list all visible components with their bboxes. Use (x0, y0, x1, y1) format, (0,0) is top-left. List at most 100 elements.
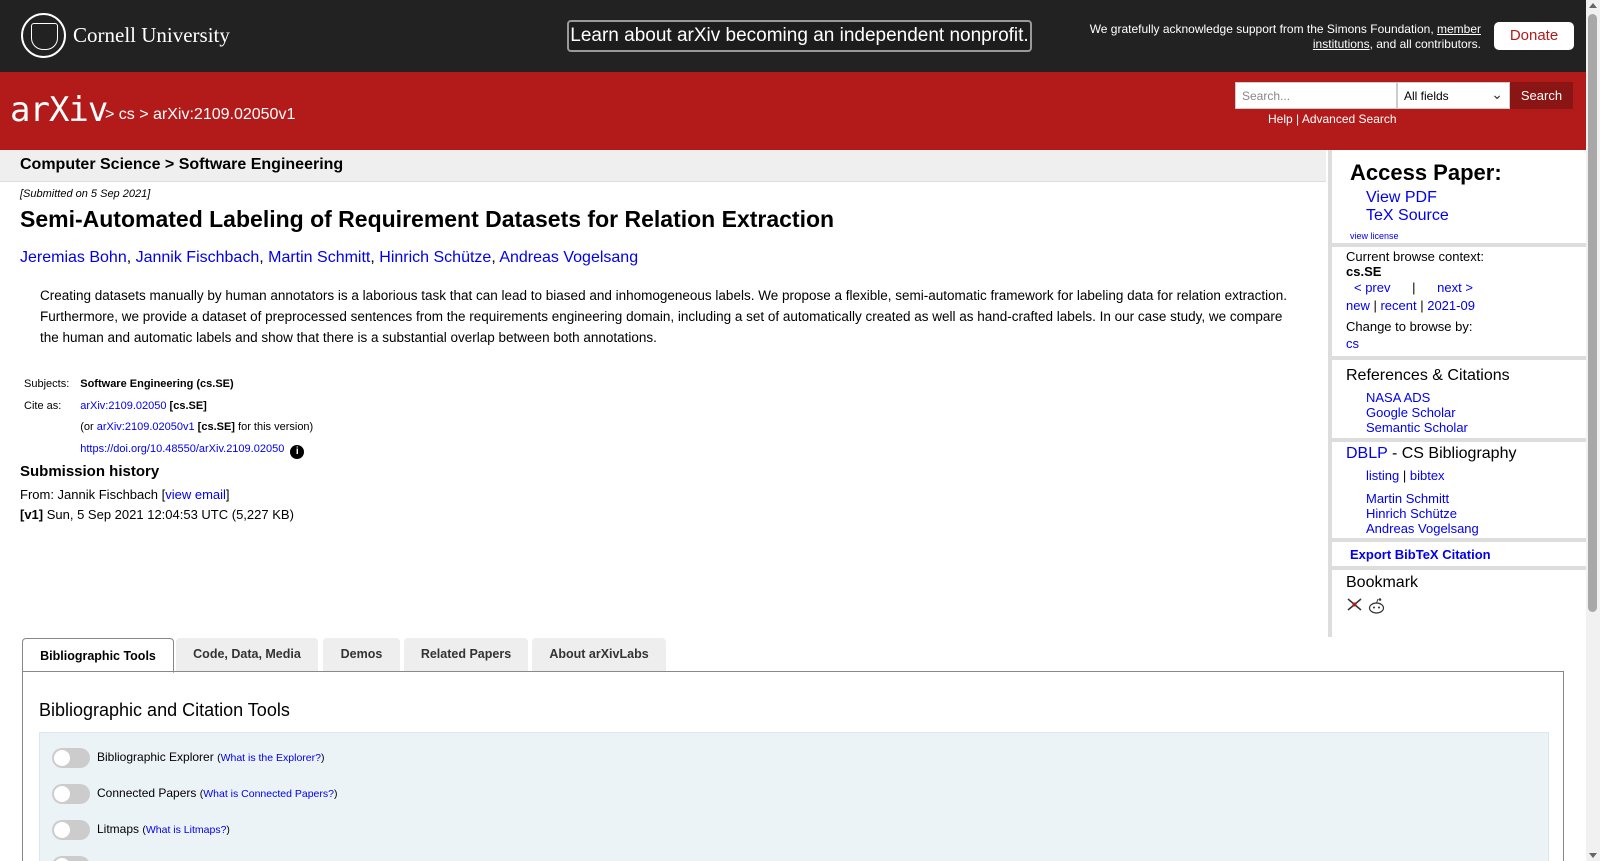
tab-code-data-media[interactable]: Code, Data, Media (176, 638, 318, 672)
subject-header: Computer Science > Software Engineering (0, 150, 1326, 182)
author-list: Jeremias Bohn, Jannik Fischbach, Martin … (20, 249, 639, 266)
connected-papers-toggle[interactable] (52, 784, 90, 804)
tool-label: Litmaps (97, 822, 140, 837)
dblp-author-link[interactable]: Hinrich Schütze (1366, 506, 1457, 521)
tool-label: Bibliographic Explorer (97, 750, 214, 765)
breadcrumb[interactable]: > cs > arXiv:2109.02050v1 (105, 106, 295, 124)
tab-about-arxivlabs[interactable]: About arXivLabs (532, 638, 666, 672)
top-bar: Cornell University Learn about arXiv bec… (0, 0, 1586, 72)
browse-context-label: Current browse context: (1346, 249, 1485, 264)
search-input[interactable]: Search... (1235, 82, 1397, 109)
cite-version-tag: [cs.SE] (197, 421, 235, 433)
dblp-links: listing | bibtex (1366, 468, 1445, 483)
abstract: Creating datasets manually by human anno… (40, 288, 1287, 345)
tab-demos[interactable]: Demos (323, 638, 400, 672)
advanced-search-link[interactable]: Advanced Search (1302, 112, 1397, 126)
cite-id-link[interactable]: arXiv:2109.02050 (80, 400, 166, 412)
scroll-thumb[interactable] (1588, 14, 1597, 612)
cornell-logo-text[interactable]: Cornell University (73, 23, 230, 48)
nasa-ads-link[interactable]: NASA ADS (1366, 390, 1430, 405)
paper-title: Semi-Automated Labeling of Requirement D… (20, 206, 835, 232)
ack-tail: , and all contributors. (1369, 37, 1481, 51)
search-button[interactable]: Search (1510, 82, 1573, 109)
bibtex-link[interactable]: bibtex (1410, 468, 1445, 483)
from-prefix: From: Jannik Fischbach [ (20, 487, 166, 502)
info-icon[interactable]: i (290, 444, 305, 459)
dblp-link[interactable]: DBLP (1346, 445, 1388, 462)
doi-link[interactable]: https://doi.org/10.48550/arXiv.2109.0205… (80, 443, 284, 455)
bookmark-title: Bookmark (1346, 574, 1419, 591)
litmaps-toggle[interactable] (52, 820, 90, 840)
browse-list-links: new | recent | 2021-09 (1346, 298, 1475, 313)
tool-help-link[interactable]: What is Connected Papers? (203, 788, 334, 800)
month-link[interactable]: 2021-09 (1427, 298, 1475, 313)
arxiv-logo[interactable]: arXiv (10, 90, 108, 130)
access-paper-title: Access Paper: (1350, 160, 1502, 185)
page-scrollbar[interactable] (1586, 0, 1600, 861)
prev-link[interactable]: < prev (1354, 280, 1391, 295)
version-label: [v1] (20, 507, 44, 522)
new-link[interactable]: new (1346, 298, 1370, 313)
tool-label: Connected Papers (97, 786, 197, 801)
header: arXiv > cs > arXiv:2109.02050v1 Search..… (0, 72, 1586, 150)
bibliographic-explorer-toggle[interactable] (52, 748, 90, 768)
dblp-author-link[interactable]: Martin Schmitt (1366, 491, 1449, 506)
nonprofit-banner-button[interactable]: Learn about arXiv becoming an independen… (567, 20, 1032, 52)
submission-date: [Submitted on 5 Sep 2021] (20, 188, 151, 200)
tool-toggle[interactable] (52, 856, 90, 861)
dblp-title: DBLP - CS Bibliography (1346, 445, 1516, 463)
chevron-down-icon: ⌄ (1491, 86, 1503, 102)
author-link[interactable]: Andreas Vogelsang (499, 249, 638, 266)
next-link[interactable]: next > (1437, 280, 1473, 295)
google-scholar-link[interactable]: Google Scholar (1366, 405, 1456, 420)
cornell-seal-icon[interactable] (21, 13, 66, 58)
recent-link[interactable]: recent (1380, 298, 1416, 313)
search-field-value: All fields (1404, 89, 1449, 103)
listing-link[interactable]: listing (1366, 468, 1399, 483)
version-v1: [v1] Sun, 5 Sep 2021 12:04:53 UTC (5,227… (20, 507, 294, 522)
tab-related-papers[interactable]: Related Papers (404, 638, 528, 672)
tool-row: Litmaps (What is Litmaps?) (52, 820, 230, 840)
cite-version-link[interactable]: arXiv:2109.02050v1 (97, 421, 195, 433)
sidebar-divider (1332, 538, 1586, 542)
acknowledgement: We gratefully acknowledge support from t… (1060, 22, 1481, 52)
browse-by-cs-link: cs (1346, 336, 1359, 351)
subjects-label: Subjects: (24, 378, 70, 390)
semantic-scholar-link[interactable]: Semantic Scholar (1366, 420, 1468, 435)
search-field-select[interactable]: All fields ⌄ (1397, 82, 1510, 109)
cite-version-prefix: (or (80, 421, 97, 433)
author-link[interactable]: Hinrich Schütze (379, 249, 491, 266)
bookmark-icons (1346, 597, 1386, 615)
export-bibtex-link[interactable]: Export BibTeX Citation (1350, 547, 1491, 562)
tab-panel: Bibliographic and Citation Tools Bibliog… (22, 671, 1564, 861)
change-browse-label: Change to browse by: (1346, 319, 1473, 334)
dblp-author-link[interactable]: Andreas Vogelsang (1366, 521, 1479, 536)
sidebar-divider (1332, 438, 1586, 442)
help-link[interactable]: Help (1268, 112, 1293, 126)
cite-tag: [cs.SE] (169, 399, 207, 412)
browse-context: cs.SE (1346, 264, 1382, 279)
reddit-icon[interactable] (1367, 597, 1386, 615)
metadata-table: Subjects: Software Engineering (cs.SE) C… (22, 373, 324, 461)
version-detail: Sun, 5 Sep 2021 12:04:53 UTC (5,227 KB) (43, 507, 294, 522)
author-link[interactable]: Jannik Fischbach (136, 249, 260, 266)
scroll-up-icon[interactable] (1589, 3, 1597, 8)
scroll-down-icon[interactable] (1589, 853, 1597, 858)
cs-link[interactable]: cs (1346, 336, 1359, 351)
ack-text: We gratefully acknowledge support from t… (1089, 22, 1437, 36)
view-pdf-link[interactable]: View PDF (1366, 189, 1437, 207)
tools-box: Bibliographic Explorer (What is the Expl… (39, 732, 1549, 861)
donate-button[interactable]: Donate (1494, 22, 1574, 50)
tool-row: Connected Papers (What is Connected Pape… (52, 784, 338, 804)
tool-help-link[interactable]: What is the Explorer? (221, 752, 321, 764)
cite-version-suffix: for this version) (234, 421, 314, 433)
tab-bibliographic-tools[interactable]: Bibliographic Tools (22, 638, 174, 673)
view-license-link[interactable]: view license (1350, 231, 1399, 241)
sidebar-divider (1332, 356, 1586, 360)
tex-source-link[interactable]: TeX Source (1366, 207, 1449, 225)
view-email-link[interactable]: view email (165, 487, 226, 502)
author-link[interactable]: Martin Schmitt (268, 249, 370, 266)
author-link[interactable]: Jeremias Bohn (20, 249, 127, 266)
tool-help-link[interactable]: What is Litmaps? (146, 824, 227, 836)
bibsonomy-icon[interactable] (1346, 597, 1363, 612)
